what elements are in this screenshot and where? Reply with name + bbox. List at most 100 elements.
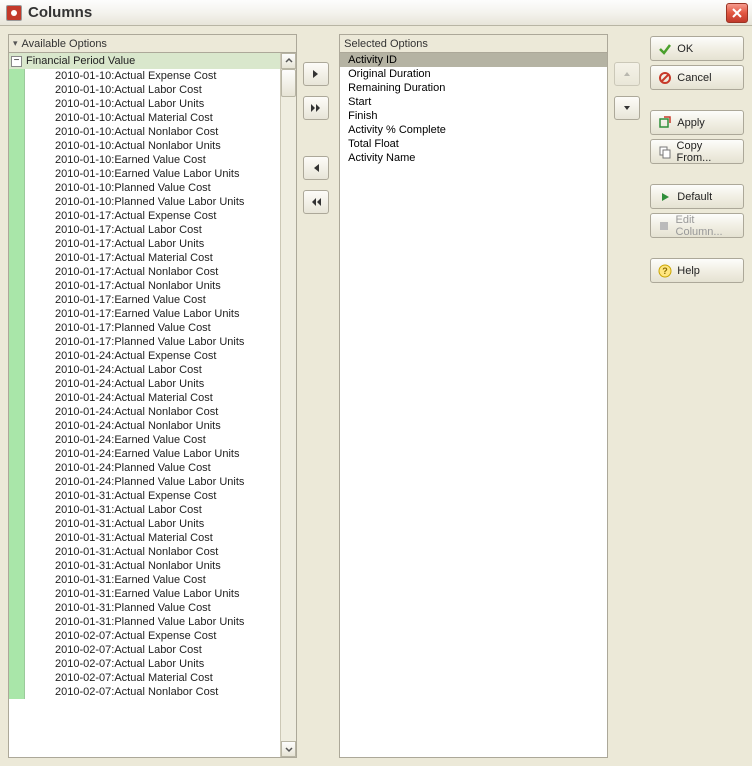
available-item[interactable]: 2010-01-24:Actual Expense Cost <box>25 349 280 363</box>
available-item[interactable]: 2010-01-10:Actual Nonlabor Units <box>25 139 280 153</box>
available-item[interactable]: 2010-01-24:Earned Value Labor Units <box>25 447 280 461</box>
selected-header-label: Selected Options <box>344 38 428 50</box>
ok-button[interactable]: OK <box>650 36 744 61</box>
available-item[interactable]: 2010-01-31:Actual Labor Units <box>25 517 280 531</box>
selected-item[interactable]: Original Duration <box>340 67 607 81</box>
close-icon <box>732 8 742 18</box>
available-item[interactable]: 2010-01-24:Earned Value Cost <box>25 433 280 447</box>
available-item[interactable]: 2010-01-31:Actual Labor Cost <box>25 503 280 517</box>
available-item[interactable]: 2010-01-10:Actual Nonlabor Cost <box>25 125 280 139</box>
available-item[interactable]: 2010-01-24:Actual Nonlabor Units <box>25 419 280 433</box>
available-item[interactable]: 2010-01-24:Actual Material Cost <box>25 391 280 405</box>
add-button[interactable] <box>303 62 329 86</box>
available-item[interactable]: 2010-01-10:Earned Value Labor Units <box>25 167 280 181</box>
remove-button[interactable] <box>303 156 329 180</box>
available-item[interactable]: 2010-02-07:Actual Labor Cost <box>25 643 280 657</box>
close-button[interactable] <box>726 3 748 23</box>
available-item[interactable]: 2010-01-17:Actual Nonlabor Units <box>25 279 280 293</box>
scroll-thumb[interactable] <box>281 69 296 97</box>
available-item[interactable]: 2010-01-17:Earned Value Labor Units <box>25 307 280 321</box>
selected-options-panel: Selected Options Activity IDOriginal Dur… <box>339 34 608 758</box>
default-button[interactable]: Default <box>650 184 744 209</box>
available-item[interactable]: 2010-01-10:Actual Labor Units <box>25 97 280 111</box>
available-header-label: Available Options <box>22 38 107 50</box>
available-item[interactable]: 2010-01-10:Planned Value Labor Units <box>25 195 280 209</box>
arrow-up-icon <box>622 69 632 79</box>
selected-item[interactable]: Activity % Complete <box>340 123 607 137</box>
selected-item[interactable]: Activity Name <box>340 151 607 165</box>
help-button[interactable]: ? Help <box>650 258 744 283</box>
selected-list: Activity IDOriginal DurationRemaining Du… <box>340 53 607 757</box>
selected-item[interactable]: Start <box>340 95 607 109</box>
available-item[interactable]: 2010-01-31:Earned Value Cost <box>25 573 280 587</box>
scroll-up-button[interactable] <box>281 53 296 69</box>
copy-from-button[interactable]: Copy From... <box>650 139 744 164</box>
available-item[interactable]: 2010-01-31:Actual Expense Cost <box>25 489 280 503</box>
available-item[interactable]: 2010-01-31:Actual Nonlabor Units <box>25 559 280 573</box>
cancel-label: Cancel <box>677 72 711 84</box>
available-item[interactable]: 2010-01-17:Actual Material Cost <box>25 251 280 265</box>
available-item[interactable]: 2010-01-17:Planned Value Cost <box>25 321 280 335</box>
play-icon <box>657 191 673 203</box>
chevron-down-icon: ▾ <box>13 38 18 49</box>
available-item[interactable]: 2010-01-17:Actual Expense Cost <box>25 209 280 223</box>
available-item[interactable]: 2010-02-07:Actual Labor Units <box>25 657 280 671</box>
available-item[interactable]: 2010-01-17:Actual Labor Cost <box>25 223 280 237</box>
scroll-down-button[interactable] <box>281 741 296 757</box>
available-item[interactable]: 2010-01-24:Actual Labor Cost <box>25 363 280 377</box>
available-item[interactable]: 2010-01-10:Actual Labor Cost <box>25 83 280 97</box>
spacer <box>650 94 744 106</box>
copy-from-label: Copy From... <box>677 140 738 164</box>
cancel-icon <box>657 71 673 85</box>
available-item[interactable]: 2010-01-17:Earned Value Cost <box>25 293 280 307</box>
available-item[interactable]: 2010-01-24:Planned Value Labor Units <box>25 475 280 489</box>
available-item[interactable]: 2010-02-07:Actual Expense Cost <box>25 629 280 643</box>
available-item[interactable]: 2010-01-31:Actual Material Cost <box>25 531 280 545</box>
tree-gutter <box>9 69 25 699</box>
chevron-down-icon <box>285 745 293 753</box>
available-item[interactable]: 2010-01-10:Planned Value Cost <box>25 181 280 195</box>
selected-item[interactable]: Finish <box>340 109 607 123</box>
available-item[interactable]: 2010-02-07:Actual Material Cost <box>25 671 280 685</box>
add-all-button[interactable] <box>303 96 329 120</box>
app-icon <box>6 5 22 21</box>
selected-item[interactable]: Activity ID <box>340 53 607 67</box>
available-item[interactable]: 2010-01-17:Actual Labor Units <box>25 237 280 251</box>
available-item[interactable]: 2010-01-31:Planned Value Labor Units <box>25 615 280 629</box>
move-buttons <box>303 34 333 758</box>
available-item[interactable]: 2010-02-07:Actual Nonlabor Cost <box>25 685 280 699</box>
tree-scroll: − Financial Period Value 2010-01-10:Actu… <box>9 53 280 757</box>
available-header[interactable]: ▾ Available Options <box>9 35 296 53</box>
cancel-button[interactable]: Cancel <box>650 65 744 90</box>
spacer <box>650 242 744 254</box>
remove-all-button[interactable] <box>303 190 329 214</box>
available-items-container: 2010-01-10:Actual Expense Cost2010-01-10… <box>9 69 280 699</box>
move-down-button[interactable] <box>614 96 640 120</box>
scrollbar[interactable] <box>280 53 296 757</box>
spacer <box>650 168 744 180</box>
selected-item[interactable]: Total Float <box>340 137 607 151</box>
move-up-button[interactable] <box>614 62 640 86</box>
group-row[interactable]: − Financial Period Value <box>9 53 280 69</box>
window-title: Columns <box>28 4 726 21</box>
apply-button[interactable]: Apply <box>650 110 744 135</box>
available-item[interactable]: 2010-01-24:Planned Value Cost <box>25 461 280 475</box>
apply-icon <box>657 116 673 130</box>
available-item[interactable]: 2010-01-17:Planned Value Labor Units <box>25 335 280 349</box>
available-item[interactable]: 2010-01-17:Actual Nonlabor Cost <box>25 265 280 279</box>
available-item[interactable]: 2010-01-24:Actual Labor Units <box>25 377 280 391</box>
available-item[interactable]: 2010-01-31:Earned Value Labor Units <box>25 587 280 601</box>
edit-icon <box>657 220 671 232</box>
available-item[interactable]: 2010-01-10:Actual Material Cost <box>25 111 280 125</box>
available-item[interactable]: 2010-01-31:Planned Value Cost <box>25 601 280 615</box>
arrow-down-icon <box>622 103 632 113</box>
selected-item[interactable]: Remaining Duration <box>340 81 607 95</box>
available-item[interactable]: 2010-01-24:Actual Nonlabor Cost <box>25 405 280 419</box>
available-item[interactable]: 2010-01-10:Earned Value Cost <box>25 153 280 167</box>
collapse-icon[interactable]: − <box>11 56 22 67</box>
edit-column-label: Edit Column... <box>676 214 738 238</box>
available-item[interactable]: 2010-01-10:Actual Expense Cost <box>25 69 280 83</box>
edit-column-button[interactable]: Edit Column... <box>650 213 744 238</box>
scroll-track[interactable] <box>281 69 296 741</box>
available-item[interactable]: 2010-01-31:Actual Nonlabor Cost <box>25 545 280 559</box>
